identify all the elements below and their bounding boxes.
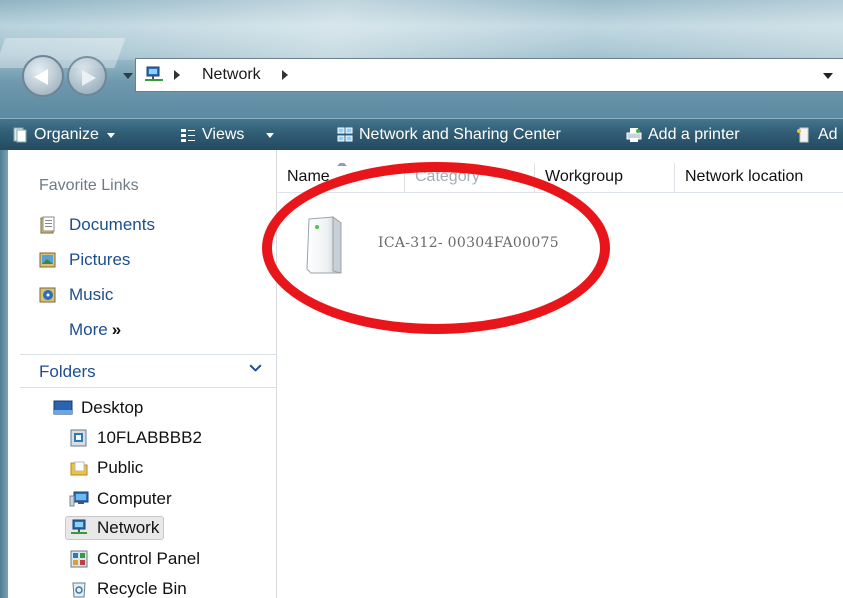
navigation-pane: Favorite Links Documents Pictures Music … xyxy=(0,150,277,598)
favorite-link-label: Music xyxy=(69,285,114,304)
breadcrumb-separator-icon[interactable] xyxy=(282,70,288,80)
chevron-down-icon xyxy=(266,132,275,138)
add-printer-label: Add a printer xyxy=(648,126,740,143)
favorite-link-documents[interactable]: Documents xyxy=(39,214,155,236)
folders-header[interactable]: Folders xyxy=(20,354,277,388)
sort-ascending-icon xyxy=(337,163,347,166)
column-header-label: Workgroup xyxy=(545,168,623,185)
network-icon xyxy=(71,519,87,534)
network-device-icon xyxy=(306,216,342,274)
column-header-label: Name xyxy=(287,168,330,185)
tree-item-desktop[interactable]: Desktop xyxy=(53,396,147,420)
views-label: Views xyxy=(202,126,245,143)
network-sharing-label: Network and Sharing Center xyxy=(359,126,561,143)
glass-reflection xyxy=(0,0,843,60)
pictures-icon xyxy=(39,252,56,268)
add-device-label: Ad xyxy=(818,126,838,143)
column-header-workgroup[interactable]: Workgroup xyxy=(535,163,675,193)
music-icon xyxy=(39,287,56,303)
file-list: Name Category Workgroup Network location… xyxy=(277,150,843,598)
folders-label: Folders xyxy=(39,362,96,381)
add-device-button[interactable]: Ad xyxy=(796,124,838,146)
tree-item-label: Public xyxy=(97,458,144,477)
column-header-network-location[interactable]: Network location xyxy=(675,163,843,193)
organize-button[interactable]: Organize xyxy=(12,124,115,146)
recent-pages-dropdown[interactable] xyxy=(121,70,133,82)
more-links-button[interactable]: More» xyxy=(69,320,121,340)
tree-item-label: Computer xyxy=(97,489,172,508)
forward-arrow-icon xyxy=(82,70,96,86)
favorite-link-label: Documents xyxy=(69,215,155,234)
breadcrumb-location[interactable]: Network xyxy=(202,66,261,84)
tree-item-label: Network xyxy=(97,518,160,537)
pane-edge xyxy=(0,150,8,598)
favorite-link-music[interactable]: Music xyxy=(39,284,113,306)
documents-icon xyxy=(40,216,55,234)
tree-item-label: 10FLABBBB2 xyxy=(97,428,202,447)
organize-icon xyxy=(13,127,27,143)
network-sharing-center-button[interactable]: Network and Sharing Center xyxy=(337,124,561,146)
tree-item-network[interactable]: Network xyxy=(65,516,165,540)
views-button[interactable]: Views xyxy=(180,124,275,146)
computer-icon xyxy=(69,491,89,507)
back-arrow-icon xyxy=(34,69,48,85)
printer-icon xyxy=(626,128,642,142)
tree-item-user-folder[interactable]: 10FLABBBB2 xyxy=(69,426,206,450)
device-name: ICA-312- 00304FA00075 xyxy=(378,235,559,251)
favorite-links-heading: Favorite Links xyxy=(39,177,139,194)
chevron-down-icon xyxy=(106,132,115,138)
control-panel-icon xyxy=(70,550,88,568)
organize-label: Organize xyxy=(34,126,99,143)
tree-item-computer[interactable]: Computer xyxy=(69,487,176,511)
column-header-category[interactable]: Category xyxy=(405,163,535,193)
more-label: More xyxy=(69,320,108,339)
chevron-down-icon[interactable] xyxy=(249,364,261,376)
double-chevron-icon: » xyxy=(111,320,122,339)
tree-item-control-panel[interactable]: Control Panel xyxy=(69,547,204,571)
breadcrumb-separator-icon[interactable] xyxy=(174,70,180,80)
add-printer-button[interactable]: Add a printer xyxy=(626,124,740,146)
device-icon xyxy=(797,127,809,143)
column-header-label: Network location xyxy=(685,168,804,185)
forward-button[interactable] xyxy=(67,56,107,96)
network-icon xyxy=(145,66,163,81)
tree-item-label: Control Panel xyxy=(97,549,201,568)
window-chrome: Network xyxy=(0,0,843,118)
views-icon xyxy=(181,129,195,142)
column-header-name[interactable]: Name xyxy=(277,163,405,193)
network-device-item[interactable]: ICA-312- 00304FA00075 xyxy=(299,215,629,285)
desktop-icon xyxy=(53,400,73,415)
tree-item-label: Desktop xyxy=(81,398,144,417)
tree-item-recycle-bin[interactable]: Recycle Bin xyxy=(69,577,191,598)
tree-item-public[interactable]: Public xyxy=(69,456,147,480)
address-bar[interactable]: Network xyxy=(135,58,843,92)
favorite-link-pictures[interactable]: Pictures xyxy=(39,249,130,271)
recycle-bin-icon xyxy=(72,582,86,598)
user-folder-icon xyxy=(70,429,87,447)
command-bar: Organize Views Network and Sharing Cente… xyxy=(0,118,843,150)
favorite-link-label: Pictures xyxy=(69,250,131,269)
network-sharing-icon xyxy=(337,127,353,142)
column-header-label: Category xyxy=(415,168,480,185)
address-dropdown-icon[interactable] xyxy=(823,73,833,79)
glass-reflection-accent xyxy=(0,38,126,68)
tree-item-label: Recycle Bin xyxy=(97,579,187,598)
back-button[interactable] xyxy=(22,55,64,97)
folder-icon xyxy=(70,461,88,476)
